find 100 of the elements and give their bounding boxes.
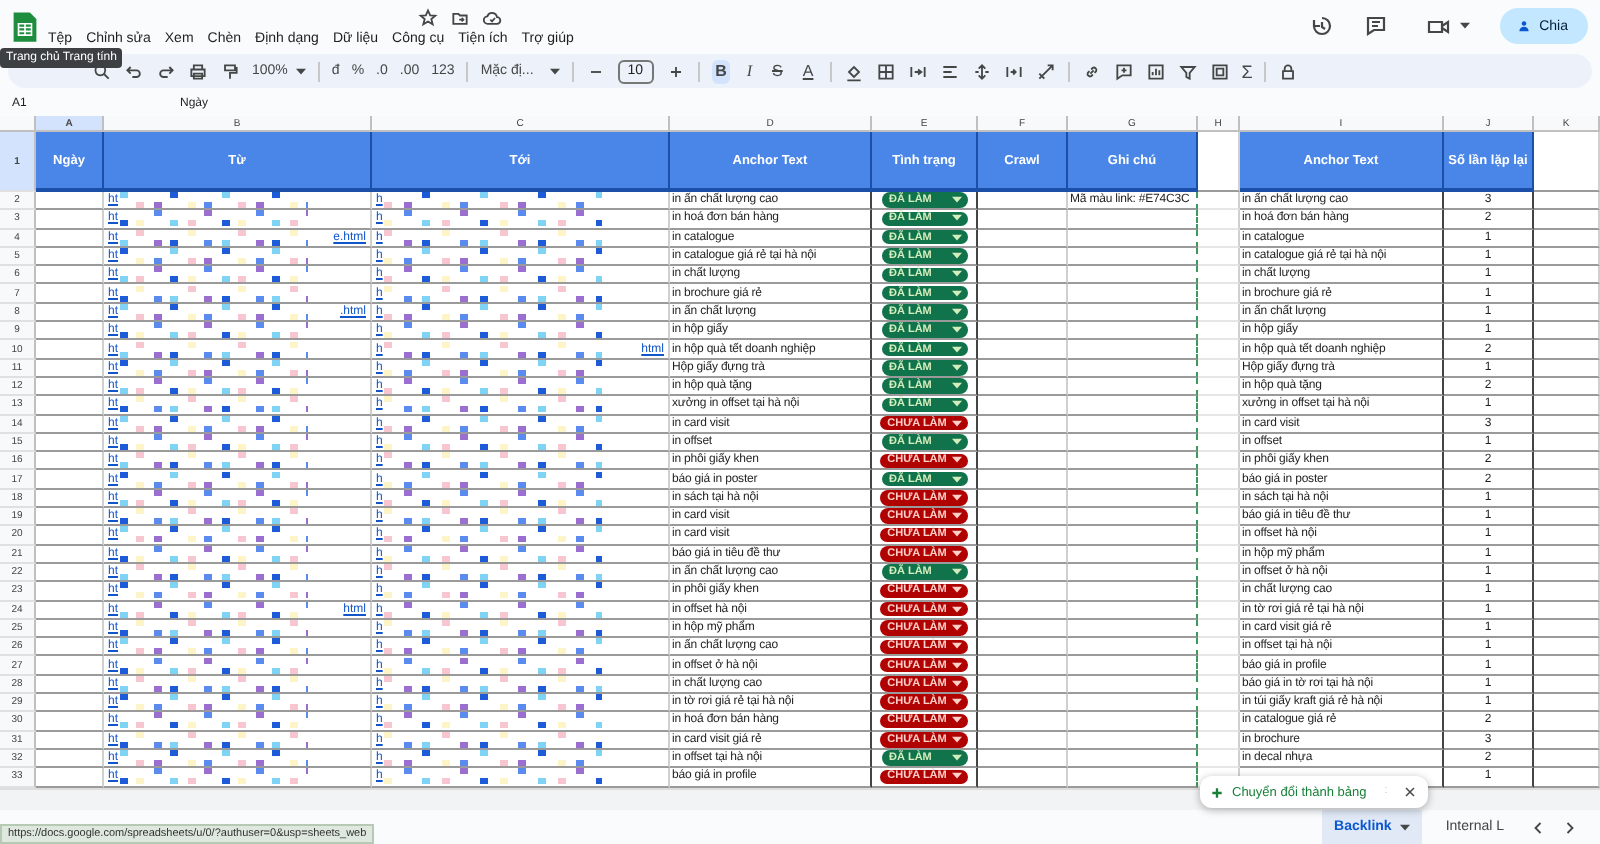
close-icon[interactable]: [1402, 784, 1418, 800]
empty-cell: [978, 284, 1068, 304]
empty-cell: [1534, 192, 1600, 211]
empty-cell: [1068, 508, 1198, 527]
link-icon[interactable]: [1081, 61, 1102, 81]
comment-icon[interactable]: [1363, 14, 1388, 38]
empty-cell: [1534, 340, 1600, 360]
empty-cell: [978, 638, 1068, 657]
empty-cell: [1534, 656, 1600, 676]
empty-cell: [1198, 619, 1240, 639]
vertical-arrows-icon[interactable]: [971, 61, 992, 81]
align-left-icon[interactable]: [939, 61, 960, 81]
empty-cell: [978, 266, 1068, 285]
empty-cell: [1534, 563, 1600, 583]
comment-plus-icon[interactable]: [1113, 61, 1134, 81]
empty-cell: [1068, 675, 1198, 695]
empty-cell: [1198, 415, 1240, 434]
empty-cell: [1198, 656, 1240, 676]
empty-cell: [1534, 247, 1600, 267]
plus-icon[interactable]: [665, 61, 686, 81]
sheets-logo-icon[interactable]: [12, 9, 38, 43]
history-icon[interactable]: [1309, 14, 1334, 38]
empty-cell: [978, 508, 1068, 527]
empty-cell: [1198, 247, 1240, 267]
empty-cell: [1534, 359, 1600, 378]
empty-cell: [1198, 229, 1240, 248]
empty-cell: [1198, 582, 1240, 602]
fill-bucket-icon[interactable]: [843, 61, 864, 81]
empty-cell: [1068, 229, 1198, 248]
plus-icon[interactable]: [1210, 785, 1224, 799]
empty-cell: [1068, 303, 1198, 323]
caret-icon: [549, 67, 560, 75]
caret-icon: [1399, 823, 1410, 831]
filter-icon[interactable]: [1177, 61, 1198, 81]
empty-cell: [1198, 563, 1240, 583]
caret-icon[interactable]: [1459, 22, 1470, 30]
empty-cell: [1198, 694, 1240, 713]
undo-icon[interactable]: [124, 61, 144, 81]
empty-cell: [978, 452, 1068, 471]
empty-cell: [1068, 619, 1198, 639]
merge-icon[interactable]: [907, 61, 928, 81]
functions-button[interactable]: Σ: [1241, 61, 1253, 81]
empty-cell: [1534, 377, 1600, 397]
diagonal-arrow-icon[interactable]: [1035, 61, 1056, 81]
empty-cell: [1534, 731, 1600, 750]
grid-icon[interactable]: [875, 61, 896, 81]
empty-cell: [1198, 601, 1240, 620]
empty-cell: [978, 731, 1068, 750]
empty-cell: [1068, 582, 1198, 602]
empty-cell: [978, 563, 1068, 583]
print-icon[interactable]: [188, 61, 208, 81]
paint-roller-icon[interactable]: [220, 61, 240, 81]
empty-cell: [1198, 377, 1240, 397]
empty-cell: [1534, 508, 1600, 527]
empty-cell: [978, 377, 1068, 397]
empty-cell: [1068, 656, 1198, 676]
empty-cell: [1198, 731, 1240, 750]
star-icon[interactable]: [418, 7, 438, 27]
empty-cell: [1068, 415, 1198, 434]
format-button[interactable]: S: [768, 59, 787, 83]
empty-cell: [1534, 210, 1600, 230]
empty-cell: [978, 619, 1068, 639]
chart-icon[interactable]: [1145, 61, 1166, 81]
empty-cell: [1534, 601, 1600, 620]
empty-cell: [1068, 284, 1198, 304]
cloud-icon[interactable]: [482, 7, 502, 27]
empty-cell: [1198, 284, 1240, 304]
empty-cell: [1198, 322, 1240, 341]
caret-icon: [295, 67, 306, 75]
empty-cell: [1198, 303, 1240, 323]
empty-cell: [1534, 749, 1600, 769]
empty-cell: [1534, 415, 1600, 434]
empty-cell: [978, 192, 1068, 211]
format-button[interactable]: B: [711, 59, 731, 83]
empty-cell: [1534, 545, 1600, 564]
lock-icon[interactable]: [1278, 61, 1299, 81]
redo-icon[interactable]: [156, 61, 176, 81]
empty-cell: [1534, 619, 1600, 639]
empty-cell: [1198, 470, 1240, 490]
empty-cell: [1198, 545, 1240, 564]
empty-cell: [1534, 303, 1600, 323]
empty-cell: [1198, 433, 1240, 453]
empty-cell: [978, 526, 1068, 546]
empty-cell: [1068, 433, 1198, 453]
empty-cell: [1068, 731, 1198, 750]
empty-cell: [978, 749, 1068, 769]
empty-cell: [1068, 396, 1198, 416]
wrap-icon[interactable]: [1003, 61, 1024, 81]
empty-cell: [1534, 526, 1600, 546]
empty-cell: [1198, 340, 1240, 360]
empty-cell: [1198, 266, 1240, 285]
format-button[interactable]: I: [742, 59, 757, 83]
empty-cell: [1534, 433, 1600, 453]
empty-cell: [978, 303, 1068, 323]
format-button[interactable]: A: [798, 59, 818, 83]
video-icon[interactable]: [1425, 14, 1450, 38]
folder-icon[interactable]: [450, 7, 470, 27]
empty-cell: [978, 694, 1068, 713]
empty-cell: [1534, 694, 1600, 713]
empty-cell: [1068, 563, 1198, 583]
